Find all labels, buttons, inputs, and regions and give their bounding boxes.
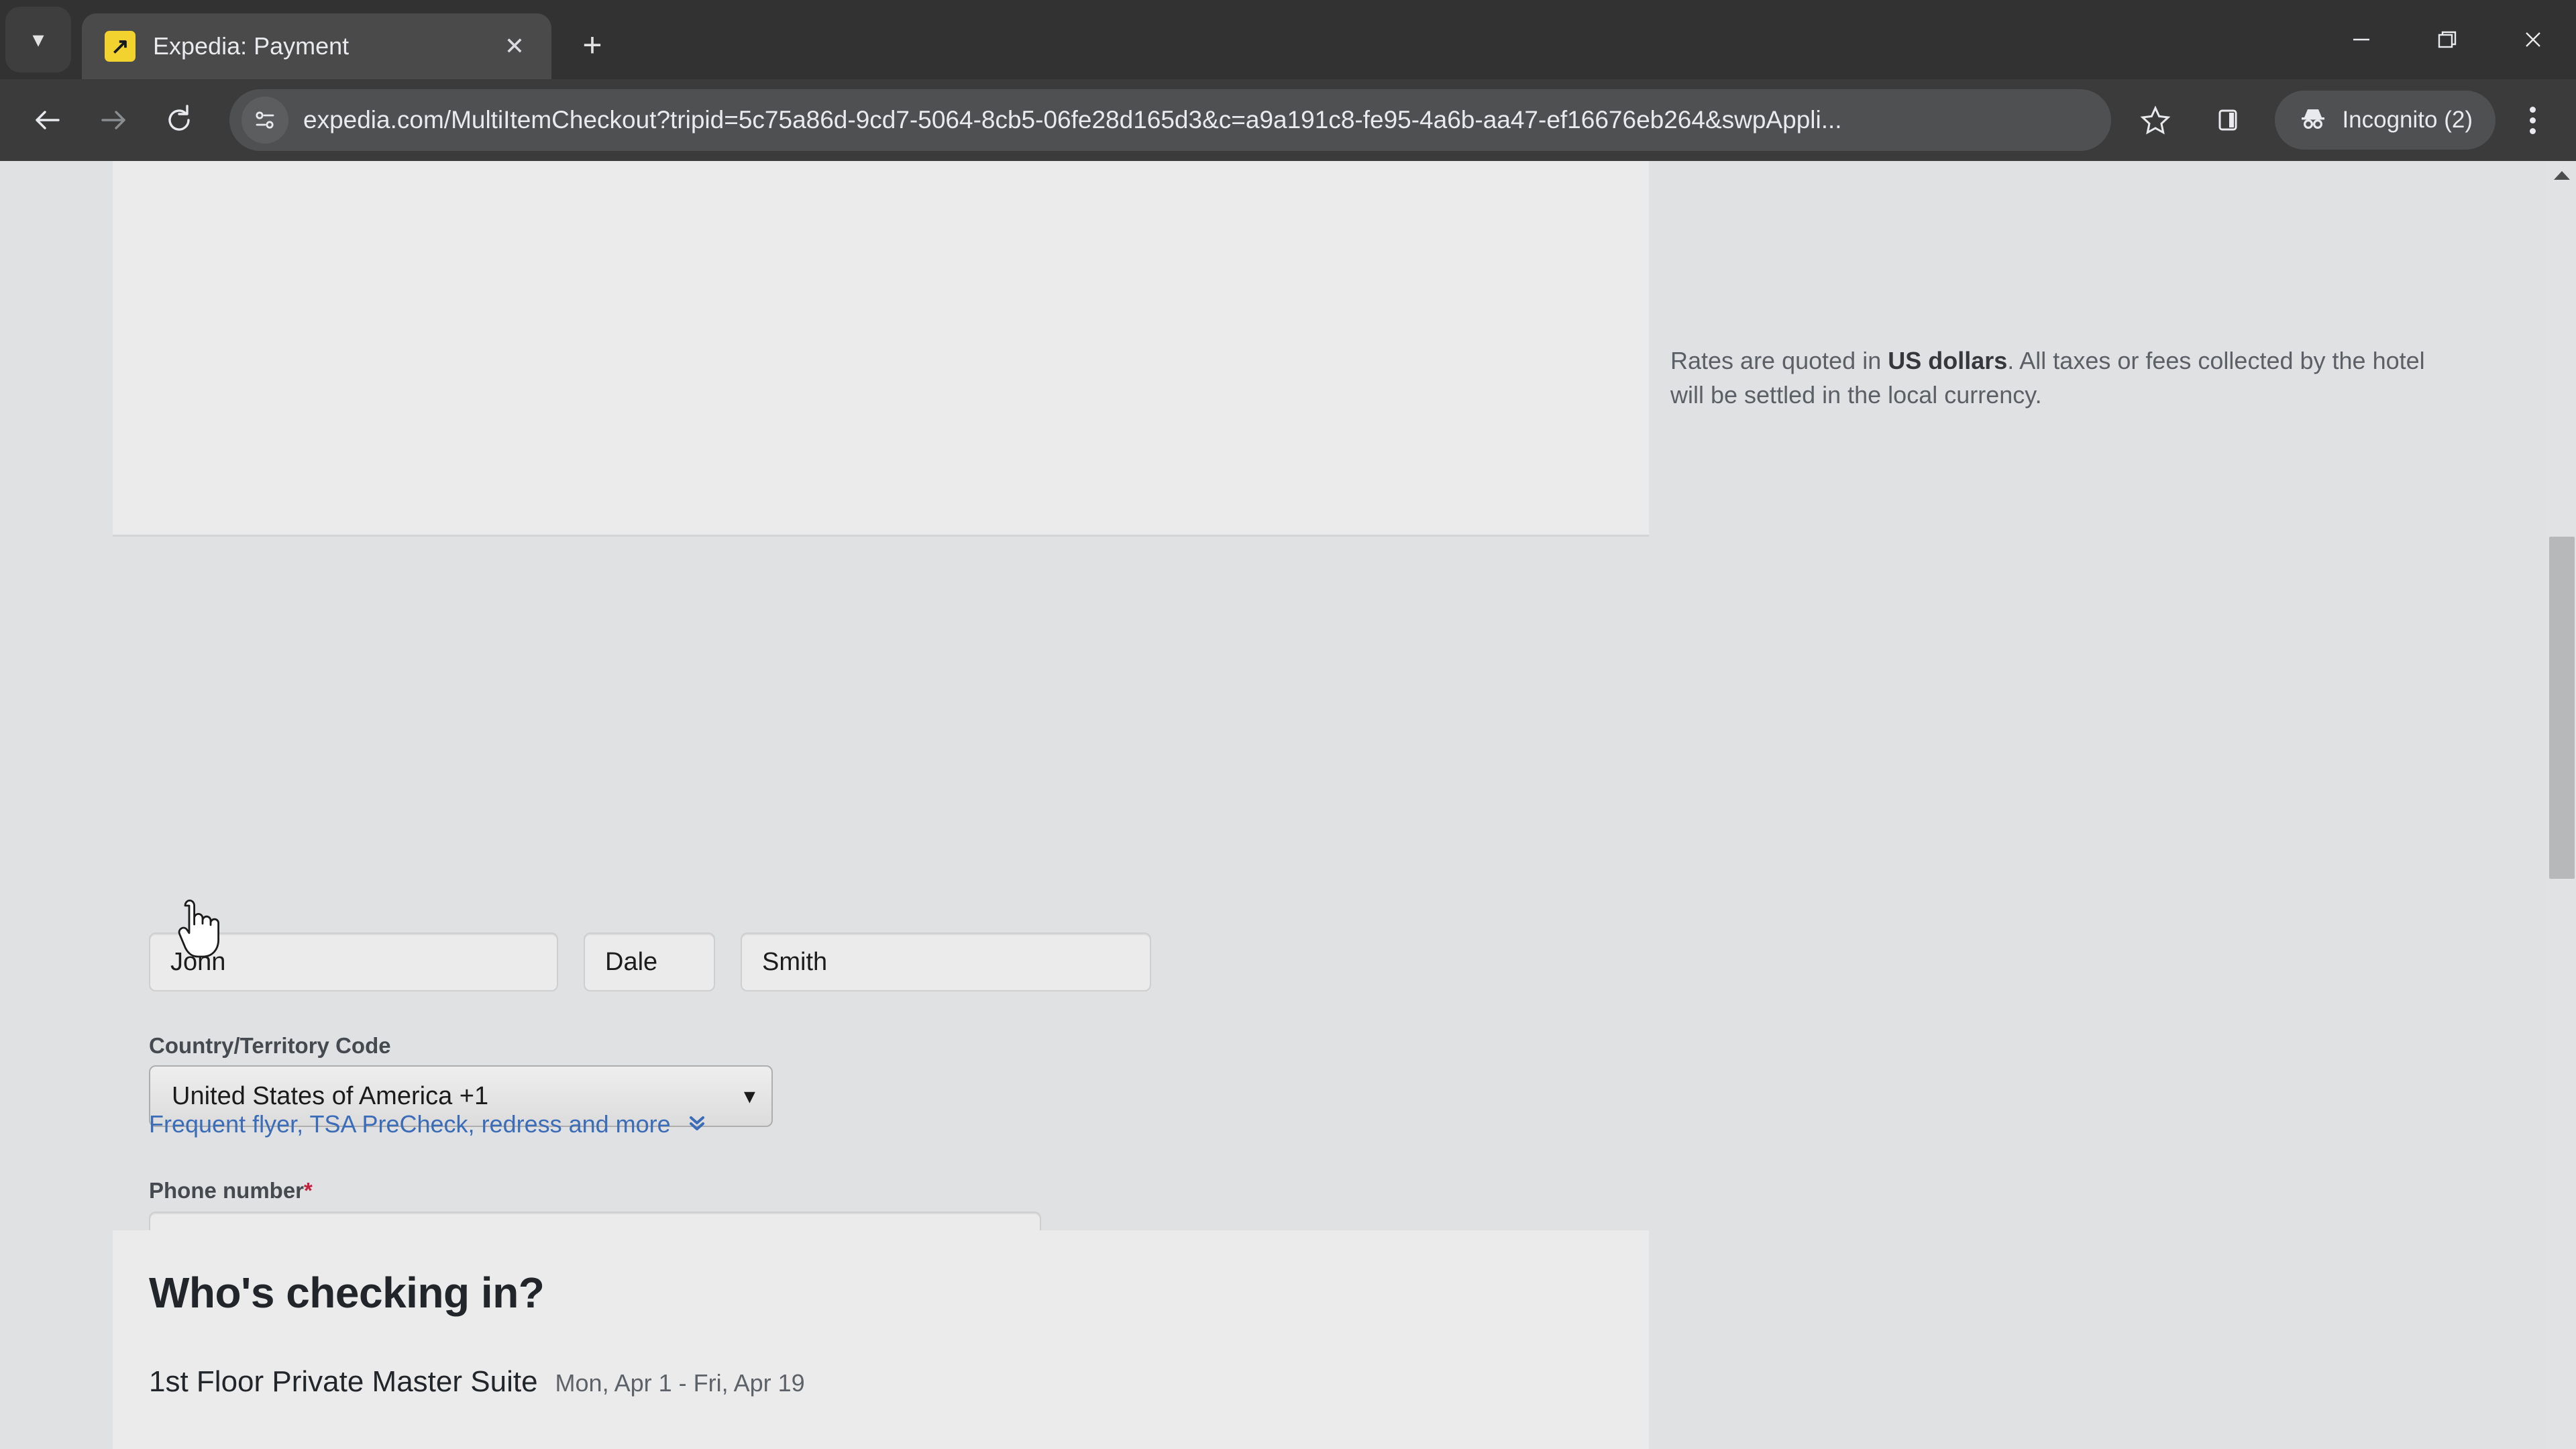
tab-strip: ▾ ↗ Expedia: Payment ✕ +: [0, 0, 2576, 79]
suite-dates: Mon, Apr 1 - Fri, Apr 19: [555, 1369, 805, 1397]
currency-notice: Rates are quoted in US dollars. All taxe…: [1670, 343, 2435, 412]
vertical-scrollbar[interactable]: [2548, 161, 2576, 1449]
site-settings-icon[interactable]: [241, 97, 288, 144]
chrome-menu-icon[interactable]: [2504, 87, 2561, 153]
phone-label-text: Phone number: [149, 1178, 305, 1203]
whos-checking-in-card: [113, 1230, 1649, 1449]
frequent-flyer-expand-link[interactable]: Frequent flyer, TSA PreCheck, redress an…: [149, 1110, 708, 1138]
menu-dot: [2529, 106, 2536, 113]
close-window-button[interactable]: [2490, 0, 2576, 79]
last-name-input[interactable]: Smith: [741, 932, 1151, 991]
chevron-down-icon: ▾: [32, 27, 44, 52]
menu-dot: [2529, 117, 2536, 123]
traveler-name-row: John Dale Smith: [149, 932, 1151, 991]
country-code-label: Country/Territory Code: [149, 1033, 391, 1058]
phone-number-label: Phone number*: [149, 1178, 313, 1203]
maximize-restore-button[interactable]: [2404, 0, 2490, 79]
new-tab-button[interactable]: +: [566, 19, 619, 71]
browser-toolbar: expedia.com/MultiItemCheckout?tripid=5c7…: [0, 79, 2576, 161]
currency-notice-prefix: Rates are quoted in: [1670, 347, 1888, 374]
url-text: expedia.com/MultiItemCheckout?tripid=5c7…: [303, 106, 1842, 133]
suite-name: 1st Floor Private Master Suite: [149, 1365, 538, 1398]
country-code-value: United States of America +1: [172, 1081, 489, 1110]
tab-search-button[interactable]: ▾: [5, 7, 71, 72]
frequent-flyer-link-text: Frequent flyer, TSA PreCheck, redress an…: [149, 1110, 671, 1138]
address-bar[interactable]: expedia.com/MultiItemCheckout?tripid=5c7…: [229, 89, 2112, 151]
traveler-details-card: [113, 161, 1649, 537]
window-controls: [2318, 0, 2576, 79]
incognito-icon: [2298, 103, 2328, 138]
bookmark-star-icon[interactable]: [2126, 91, 2185, 150]
back-button[interactable]: [15, 87, 80, 153]
required-asterisk: *: [304, 1178, 313, 1203]
middle-name-input[interactable]: Dale: [584, 932, 715, 991]
suite-row: 1st Floor Private Master Suite Mon, Apr …: [149, 1365, 805, 1399]
mouse-cursor-pointer: [169, 898, 223, 962]
checkin-heading: Who's checking in?: [149, 1269, 545, 1317]
chevron-down-icon: ▾: [743, 1083, 755, 1109]
reload-button[interactable]: [146, 87, 212, 153]
profile-incognito-button[interactable]: Incognito (2): [2275, 91, 2496, 150]
profile-label: Incognito (2): [2342, 107, 2473, 133]
checkout-page: John Dale Smith Country/Territory Code U…: [0, 161, 2549, 1449]
tab-title: Expedia: Payment: [153, 32, 350, 60]
forward-button[interactable]: [80, 87, 146, 153]
side-panel-icon[interactable]: [2196, 88, 2260, 152]
minimize-button[interactable]: [2318, 0, 2404, 79]
menu-dot: [2529, 127, 2536, 134]
scrollbar-thumb[interactable]: [2549, 537, 2575, 879]
browser-window: ▾ ↗ Expedia: Payment ✕ + expedia.com/Mul…: [0, 0, 2576, 1449]
browser-tab[interactable]: ↗ Expedia: Payment ✕: [82, 13, 551, 79]
expedia-favicon-icon: ↗: [105, 31, 136, 62]
page-viewport: John Dale Smith Country/Territory Code U…: [0, 161, 2576, 1449]
scroll-up-arrow-icon[interactable]: [2548, 161, 2576, 189]
favicon-arrow-glyph: ↗: [111, 33, 129, 58]
double-chevron-down-icon: [686, 1111, 708, 1138]
close-tab-icon[interactable]: ✕: [495, 27, 534, 66]
currency-notice-bold: US dollars: [1888, 347, 2008, 374]
